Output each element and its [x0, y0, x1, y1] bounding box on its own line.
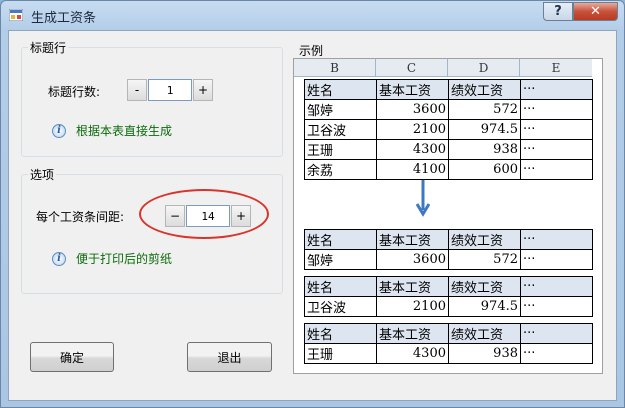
- table-row: 王珊 4300 938 ···: [304, 139, 593, 160]
- slip-header-row: 姓名 基本工资 绩效工资 ···: [304, 323, 593, 344]
- header-cell: ···: [520, 323, 593, 344]
- title-rows-stepper: - 1 +: [127, 79, 213, 101]
- performance-pay-cell: 572: [448, 249, 521, 270]
- title-rows-decrement-button[interactable]: -: [127, 79, 147, 101]
- base-pay-cell: 4100: [376, 159, 449, 180]
- base-pay-cell: 3600: [376, 249, 449, 270]
- performance-pay-cell: 974.5: [448, 119, 521, 140]
- source-table: 姓名 基本工资 绩效工资 ··· 邹婷 3600 572 ··· 卫谷波 210…: [304, 79, 593, 180]
- more-cell: ···: [520, 119, 593, 140]
- slip-row: 王珊 4300 938 ···: [304, 343, 593, 364]
- info-icon: i: [52, 251, 66, 266]
- close-button[interactable]: ✕: [573, 2, 618, 21]
- base-pay-cell: 4300: [376, 343, 449, 364]
- title-rows-input[interactable]: 1: [148, 79, 192, 101]
- header-cell: 基本工资: [376, 276, 449, 297]
- name-cell: 卫谷波: [304, 119, 377, 140]
- slip-row: 卫谷波 2100 974.5 ···: [304, 296, 593, 317]
- more-cell: ···: [520, 159, 593, 180]
- ok-button[interactable]: 确定: [30, 342, 114, 372]
- more-cell: ···: [520, 139, 593, 160]
- base-pay-cell: 4300: [376, 139, 449, 160]
- column-header-row: B C D E: [294, 59, 592, 77]
- highlight-ellipse: [139, 189, 269, 239]
- dialog-window: 生成工资条 ? ✕ 标题行 标题行数: - 1 + i 根据本表直接生成 选项 …: [0, 0, 625, 408]
- title-row-group-label: 标题行: [28, 39, 69, 56]
- header-cell: 绩效工资: [448, 229, 521, 250]
- name-cell: 邹婷: [304, 99, 377, 120]
- more-cell: ···: [520, 99, 593, 120]
- options-group: 选项 每个工资条间距: − 14 + i 便于打印后的剪纸: [21, 166, 283, 294]
- header-cell: ···: [520, 276, 593, 297]
- more-cell: ···: [520, 343, 593, 364]
- name-cell: 王珊: [304, 139, 377, 160]
- header-cell: ···: [520, 229, 593, 250]
- header-cell: 绩效工资: [448, 323, 521, 344]
- title-rows-label: 标题行数:: [48, 85, 101, 99]
- spacing-info-text: 便于打印后的剪纸: [76, 252, 173, 266]
- spacing-label: 每个工资条间距:: [36, 210, 125, 224]
- header-cell: 姓名: [304, 276, 377, 297]
- title-row-info-text: 根据本表直接生成: [76, 124, 173, 138]
- table-row: 卫谷波 2100 974.5 ···: [304, 119, 593, 140]
- window-title: 生成工资条: [31, 11, 97, 26]
- name-cell: 王珊: [304, 343, 377, 364]
- column-header-d: D: [448, 59, 520, 76]
- header-cell: 基本工资: [376, 229, 449, 250]
- base-pay-cell: 2100: [376, 119, 449, 140]
- info-icon: i: [52, 123, 66, 138]
- help-button[interactable]: ?: [543, 2, 573, 21]
- options-group-label: 选项: [28, 166, 57, 183]
- table-row: 余荔 4100 600 ···: [304, 159, 593, 180]
- app-icon: [9, 9, 23, 21]
- salary-slip: 姓名 基本工资 绩效工资 ··· 王珊 4300 938 ···: [304, 323, 593, 364]
- spacing-info: i 便于打印后的剪纸: [52, 250, 172, 267]
- header-cell: 姓名: [304, 323, 377, 344]
- exit-button[interactable]: 退出: [187, 342, 272, 372]
- title-rows-increment-button[interactable]: +: [193, 79, 213, 101]
- more-cell: ···: [520, 296, 593, 317]
- name-cell: 邹婷: [304, 249, 377, 270]
- table-row: 邹婷 3600 572 ···: [304, 99, 593, 120]
- example-preview: B C D E 姓名 基本工资 绩效工资 ··· 邹婷 3600 572 ···…: [293, 58, 603, 374]
- down-arrow-icon: [416, 180, 430, 217]
- base-pay-cell: 2100: [376, 296, 449, 317]
- example-label: 示例: [299, 44, 324, 58]
- performance-pay-cell: 938: [448, 139, 521, 160]
- header-cell: 基本工资: [376, 79, 449, 100]
- performance-pay-cell: 974.5: [448, 296, 521, 317]
- more-cell: ···: [520, 249, 593, 270]
- column-header-c: C: [376, 59, 448, 76]
- slip-header-row: 姓名 基本工资 绩效工资 ···: [304, 276, 593, 297]
- title-bar[interactable]: 生成工资条 ? ✕: [1, 1, 624, 29]
- salary-slip: 姓名 基本工资 绩效工资 ··· 邹婷 3600 572 ···: [304, 229, 593, 270]
- header-cell: 基本工资: [376, 323, 449, 344]
- name-cell: 余荔: [304, 159, 377, 180]
- salary-slip: 姓名 基本工资 绩效工资 ··· 卫谷波 2100 974.5 ···: [304, 276, 593, 317]
- header-cell: 绩效工资: [448, 276, 521, 297]
- name-cell: 卫谷波: [304, 296, 377, 317]
- slip-header-row: 姓名 基本工资 绩效工资 ···: [304, 229, 593, 250]
- table-header-row: 姓名 基本工资 绩效工资 ···: [304, 79, 593, 100]
- base-pay-cell: 3600: [376, 99, 449, 120]
- header-cell: ···: [520, 79, 593, 100]
- header-cell: 绩效工资: [448, 79, 521, 100]
- column-header-b: B: [294, 59, 376, 76]
- header-cell: 姓名: [304, 229, 377, 250]
- title-row-info: i 根据本表直接生成: [52, 122, 172, 139]
- header-cell: 姓名: [304, 79, 377, 100]
- title-row-group: 标题行 标题行数: - 1 + i 根据本表直接生成: [21, 39, 283, 157]
- performance-pay-cell: 938: [448, 343, 521, 364]
- performance-pay-cell: 600: [448, 159, 521, 180]
- performance-pay-cell: 572: [448, 99, 521, 120]
- column-header-e: E: [551, 60, 561, 75]
- slip-row: 邹婷 3600 572 ···: [304, 249, 593, 270]
